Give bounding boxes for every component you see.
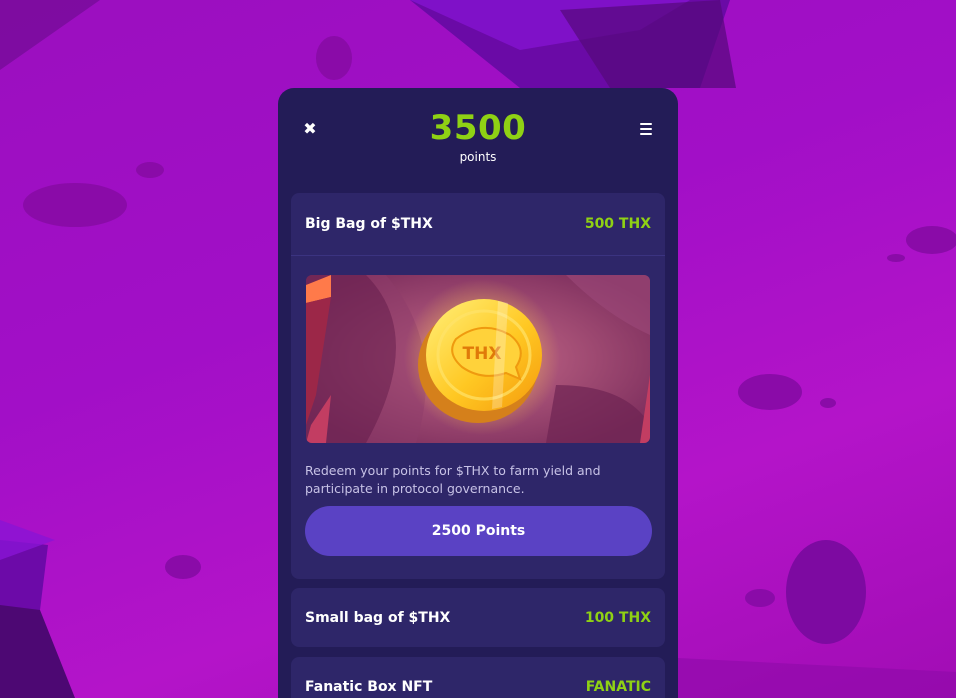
reward-description: Redeem your points for $THX to farm yiel… — [305, 463, 601, 496]
points-balance: 3500 — [429, 108, 527, 148]
reward-card-header[interactable]: Small bag of $THX 100 THX — [291, 588, 665, 647]
menu-icon[interactable] — [640, 123, 654, 135]
reward-card-big-bag: Big Bag of $THX 500 THX THX Redeem your … — [291, 193, 665, 579]
reward-title: Big Bag of $THX — [305, 216, 433, 232]
rewards-widget: ✖ 3500 points Big Bag of $THX 500 THX TH… — [278, 88, 678, 698]
redeem-button[interactable]: 2500 Points — [305, 506, 652, 556]
reward-amount: 500 THX — [584, 216, 651, 232]
points-label: points — [459, 150, 497, 164]
reward-amount: FANATIC — [585, 679, 651, 695]
reward-title: Fanatic Box NFT — [305, 679, 433, 695]
reward-title: Small bag of $THX — [305, 610, 451, 626]
reward-amount: 100 THX — [584, 610, 651, 626]
reward-card-header[interactable]: Big Bag of $THX 500 THX — [291, 193, 665, 255]
widget-header: ✖ 3500 points — [278, 88, 678, 184]
reward-card-header[interactable]: Fanatic Box NFT FANATIC — [291, 657, 665, 698]
reward-card-fanatic-box[interactable]: Fanatic Box NFT FANATIC — [291, 657, 665, 698]
card-divider — [291, 255, 665, 256]
reward-card-small-bag[interactable]: Small bag of $THX 100 THX — [291, 588, 665, 647]
reward-image: THX — [306, 275, 650, 443]
